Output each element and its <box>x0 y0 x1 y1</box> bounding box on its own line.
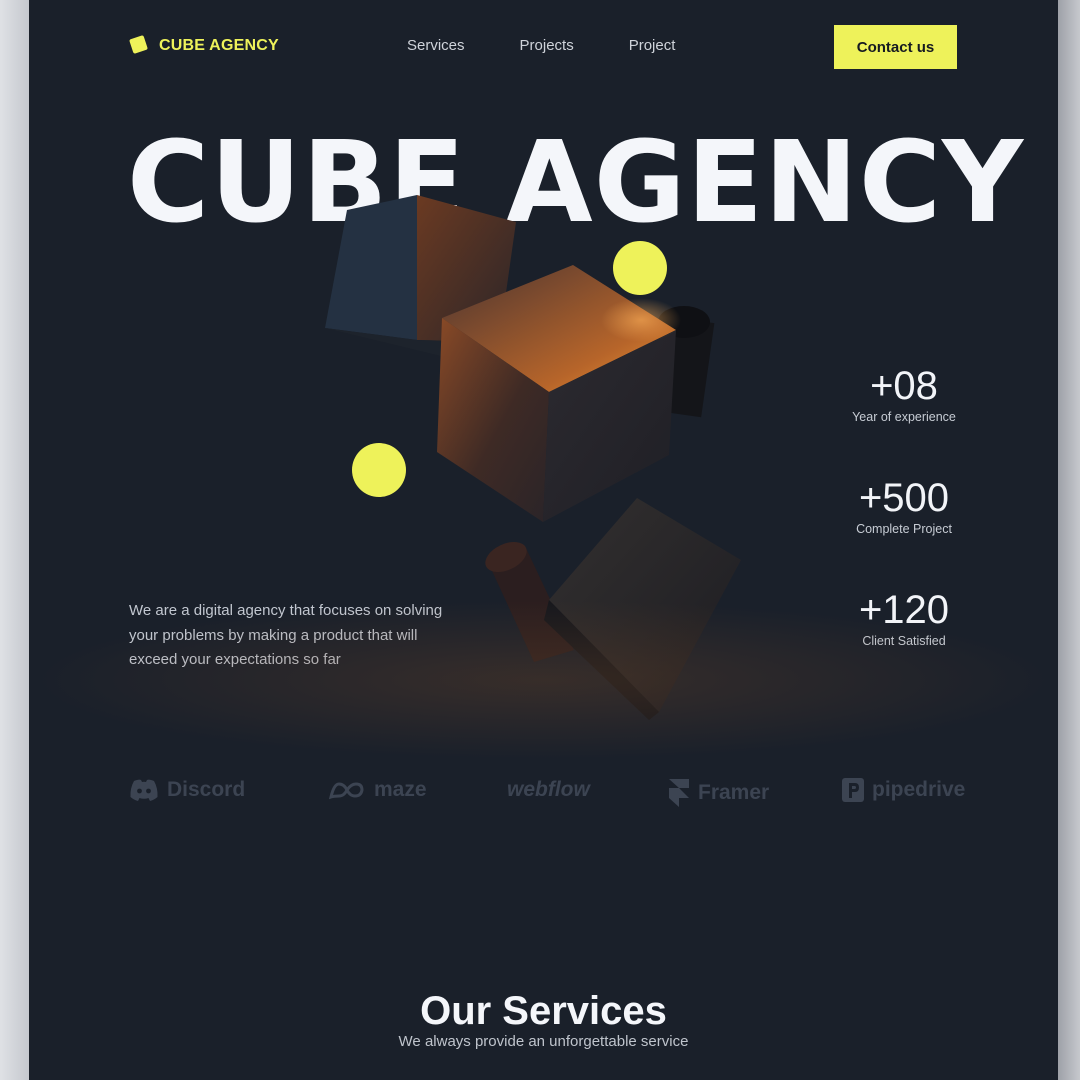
nav-link-services[interactable]: Services <box>407 37 465 54</box>
partner-name: Framer <box>698 781 770 804</box>
partner-name: pipedrive <box>872 778 966 801</box>
yellow-sphere-top <box>613 241 667 295</box>
discord-icon <box>130 779 158 801</box>
hero-description: We are a digital agency that focuses on … <box>129 602 443 668</box>
services-title: Our Services <box>420 989 667 1034</box>
cube-logo-icon <box>129 35 152 59</box>
stat-experience: +08 Year of experience <box>839 364 969 424</box>
left-backdrop <box>0 0 29 1080</box>
main-nav: Services Projects Project <box>407 37 675 54</box>
landing-page: CUBE AGENCY Services Projects Project Co… <box>29 0 1058 1080</box>
right-backdrop <box>1058 0 1080 1080</box>
partner-discord: Discord <box>129 778 245 802</box>
cylinder-upper-shape <box>658 306 715 418</box>
stat-label: Client Satisfied <box>862 634 946 648</box>
stat-label: Year of experience <box>852 410 956 424</box>
brand-name: CUBE AGENCY <box>159 37 279 54</box>
partner-name: maze <box>374 778 427 801</box>
brand-logo[interactable]: CUBE AGENCY <box>129 35 279 59</box>
stat-value: +08 <box>870 364 938 408</box>
stat-value: +120 <box>858 588 950 632</box>
stat-value: +500 <box>858 476 950 520</box>
hero-title: CUBE AGENCY <box>127 118 1025 248</box>
framer-icon <box>669 779 689 807</box>
services-subtitle: We always provide an unforgettable servi… <box>398 1033 689 1050</box>
main-cube-shape <box>437 265 681 522</box>
stat-clients: +120 Client Satisfied <box>839 588 969 648</box>
nav-link-projects[interactable]: Projects <box>520 37 574 54</box>
partner-framer: Framer <box>668 778 769 808</box>
stat-projects: +500 Complete Project <box>839 476 969 536</box>
maze-icon <box>328 782 364 800</box>
stat-label: Complete Project <box>856 522 952 536</box>
partner-logos: Discord maze webflow Framer pipedrive <box>129 778 965 812</box>
contact-us-button[interactable]: Contact us <box>834 25 957 69</box>
partner-webflow: webflow <box>507 778 590 802</box>
pipedrive-icon <box>842 778 864 802</box>
lower-cube-shape <box>544 498 741 720</box>
nav-link-project[interactable]: Project <box>629 37 676 54</box>
partner-name: Discord <box>167 778 246 801</box>
partner-name: webflow <box>507 778 590 801</box>
partner-pipedrive: pipedrive <box>842 778 965 802</box>
cylinder-lower-shape <box>485 541 574 662</box>
yellow-sphere-left <box>352 443 406 497</box>
partner-maze: maze <box>328 778 427 802</box>
